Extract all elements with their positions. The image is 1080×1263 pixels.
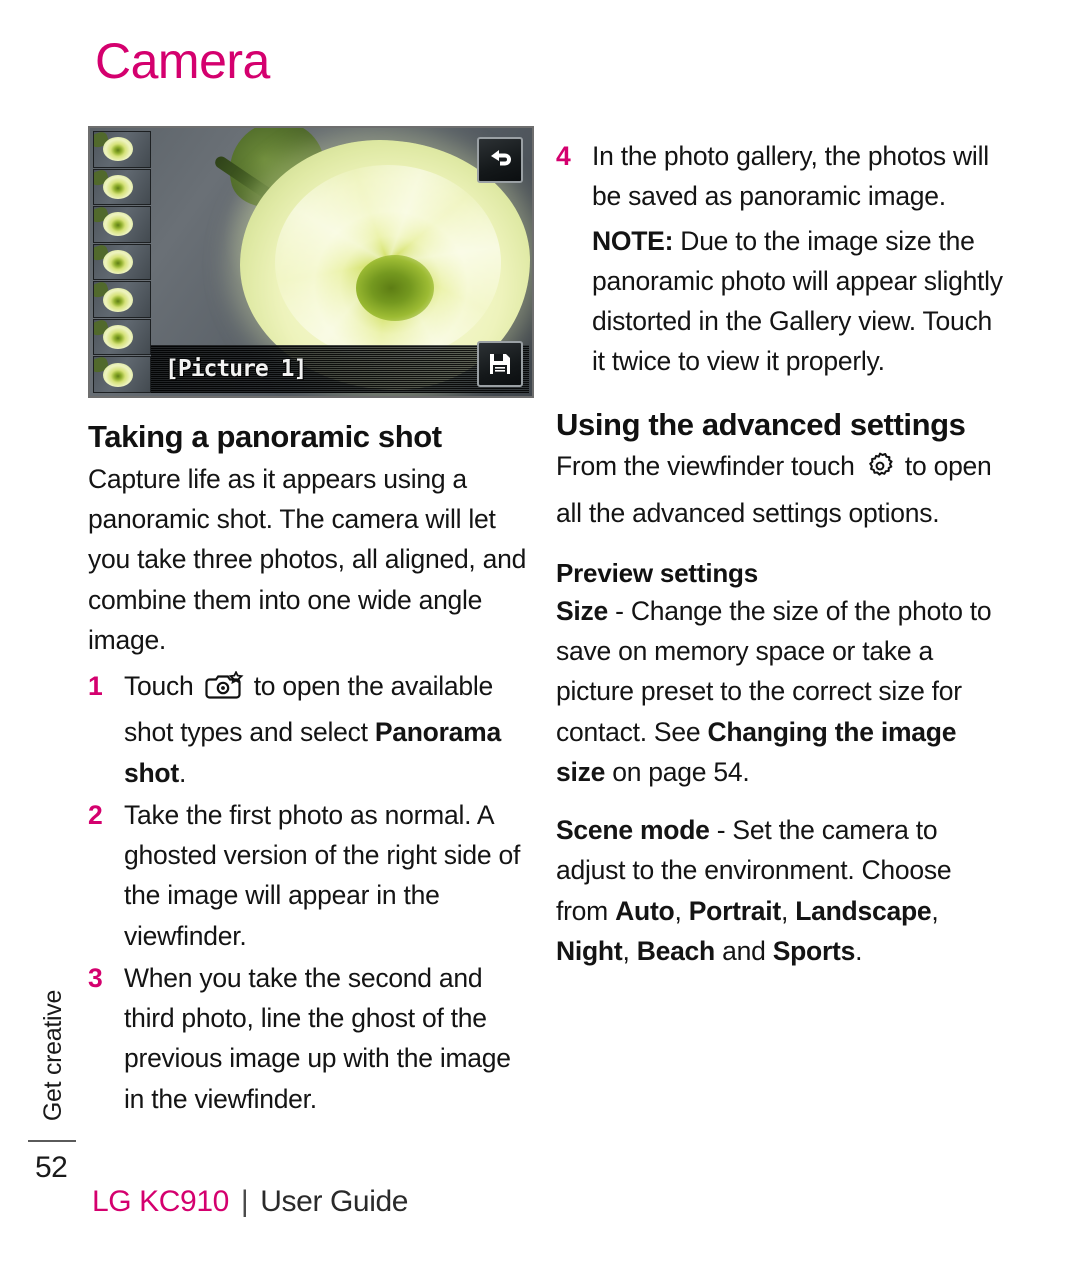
note-label: NOTE: <box>592 225 674 256</box>
scene-option-beach: Beach <box>636 935 716 966</box>
left-column: [Picture 1] Taking a panoramic shot Capt… <box>88 126 536 1121</box>
page-number: 52 <box>35 1151 68 1184</box>
thumbnail-item[interactable] <box>93 356 151 394</box>
scene-option-sports: Sports <box>772 935 856 966</box>
section-tab-label: Get creative <box>39 989 68 1121</box>
chapter-title: Camera <box>95 33 270 89</box>
footer-guide-label: User Guide <box>260 1185 409 1218</box>
step-number: 3 <box>88 962 103 993</box>
size-setting-paragraph: Size - Change the size of the photo to s… <box>556 591 1008 792</box>
footer-divider: | <box>240 1185 249 1218</box>
step-text: In the photo gallery, the photos will be… <box>592 141 989 212</box>
scene-sep: , <box>780 895 796 926</box>
panoramic-steps-list: 1 Touch to open the available shot types … <box>88 666 536 1119</box>
setting-term-scene-mode: Scene mode <box>556 815 710 846</box>
step-item-4: 4 In the photo gallery, the photos will b… <box>556 136 1008 217</box>
scene-mode-paragraph: Scene mode - Set the camera to adjust to… <box>556 810 1008 971</box>
thumbnail-item[interactable] <box>93 131 151 168</box>
thumbnail-item[interactable] <box>93 281 151 318</box>
picture-caption-bar: [Picture 1] <box>151 345 529 393</box>
scene-sep: and <box>714 935 773 966</box>
step-text-before-icon: Touch <box>124 671 201 702</box>
thumbnail-item[interactable] <box>93 243 151 281</box>
page-number-rule <box>28 1140 76 1142</box>
page-footer: LG KC910 | User Guide <box>92 1185 408 1219</box>
step-item-2: 2 Take the first photo as normal. A ghost… <box>88 795 536 956</box>
step-text-tail: . <box>178 757 187 788</box>
step-number: 2 <box>88 799 103 830</box>
setting-term-size: Size <box>556 595 609 626</box>
panoramic-steps-list-continued: 4 In the photo gallery, the photos will b… <box>556 136 1008 217</box>
step-item-1: 1 Touch to open the available shot types … <box>88 666 536 793</box>
picture-caption-label: [Picture 1] <box>165 356 307 382</box>
right-column: 4 In the photo gallery, the photos will b… <box>556 130 1008 971</box>
phone-screenshot-figure: [Picture 1] <box>88 126 534 398</box>
step-item-3: 3 When you take the second and third phot… <box>88 958 536 1119</box>
section-heading-advanced-settings: Using the advanced settings <box>556 406 966 442</box>
scene-option-night: Night <box>556 935 623 966</box>
manual-page: Camera [Picture 1] Taking a panoramic sh… <box>0 0 1080 1263</box>
thumbnail-item[interactable] <box>93 206 151 243</box>
step-number: 4 <box>556 141 571 171</box>
floppy-disk-save-icon[interactable] <box>477 341 523 387</box>
subheading-preview-settings: Preview settings <box>556 557 758 588</box>
step-number: 1 <box>88 671 103 702</box>
camera-shot-type-icon <box>204 670 244 712</box>
thumbnail-strip[interactable] <box>93 131 151 394</box>
thumbnail-item[interactable] <box>93 318 151 356</box>
panoramic-intro-paragraph: Capture life as it appears using a panor… <box>88 463 527 655</box>
back-arrow-icon[interactable] <box>477 137 523 183</box>
scene-sep: , <box>674 895 689 926</box>
note-paragraph: NOTE: Due to the image size the panorami… <box>556 221 1008 382</box>
intro-text-before-icon: From the viewfinder touch <box>556 451 862 482</box>
scene-sep: , <box>622 935 637 966</box>
section-heading-panoramic: Taking a panoramic shot <box>88 419 442 454</box>
scene-option-landscape: Landscape <box>795 895 932 926</box>
scene-option-portrait: Portrait <box>688 895 782 926</box>
advanced-settings-intro: From the viewfinder touch to open all th… <box>556 446 1008 533</box>
gear-settings-icon <box>865 451 895 492</box>
scene-option-auto: Auto <box>615 895 675 926</box>
section-tab-get-creative: Get creative <box>34 960 74 1150</box>
footer-brand: LG KC910 <box>92 1185 229 1218</box>
step-text: When you take the second and third photo… <box>124 962 511 1114</box>
size-body-part2: on page 54. <box>605 756 750 787</box>
scene-tail: . <box>855 935 863 966</box>
scene-sep: , <box>931 895 939 926</box>
step-text: Take the first photo as normal. A ghoste… <box>124 799 521 951</box>
thumbnail-item[interactable] <box>93 168 151 206</box>
